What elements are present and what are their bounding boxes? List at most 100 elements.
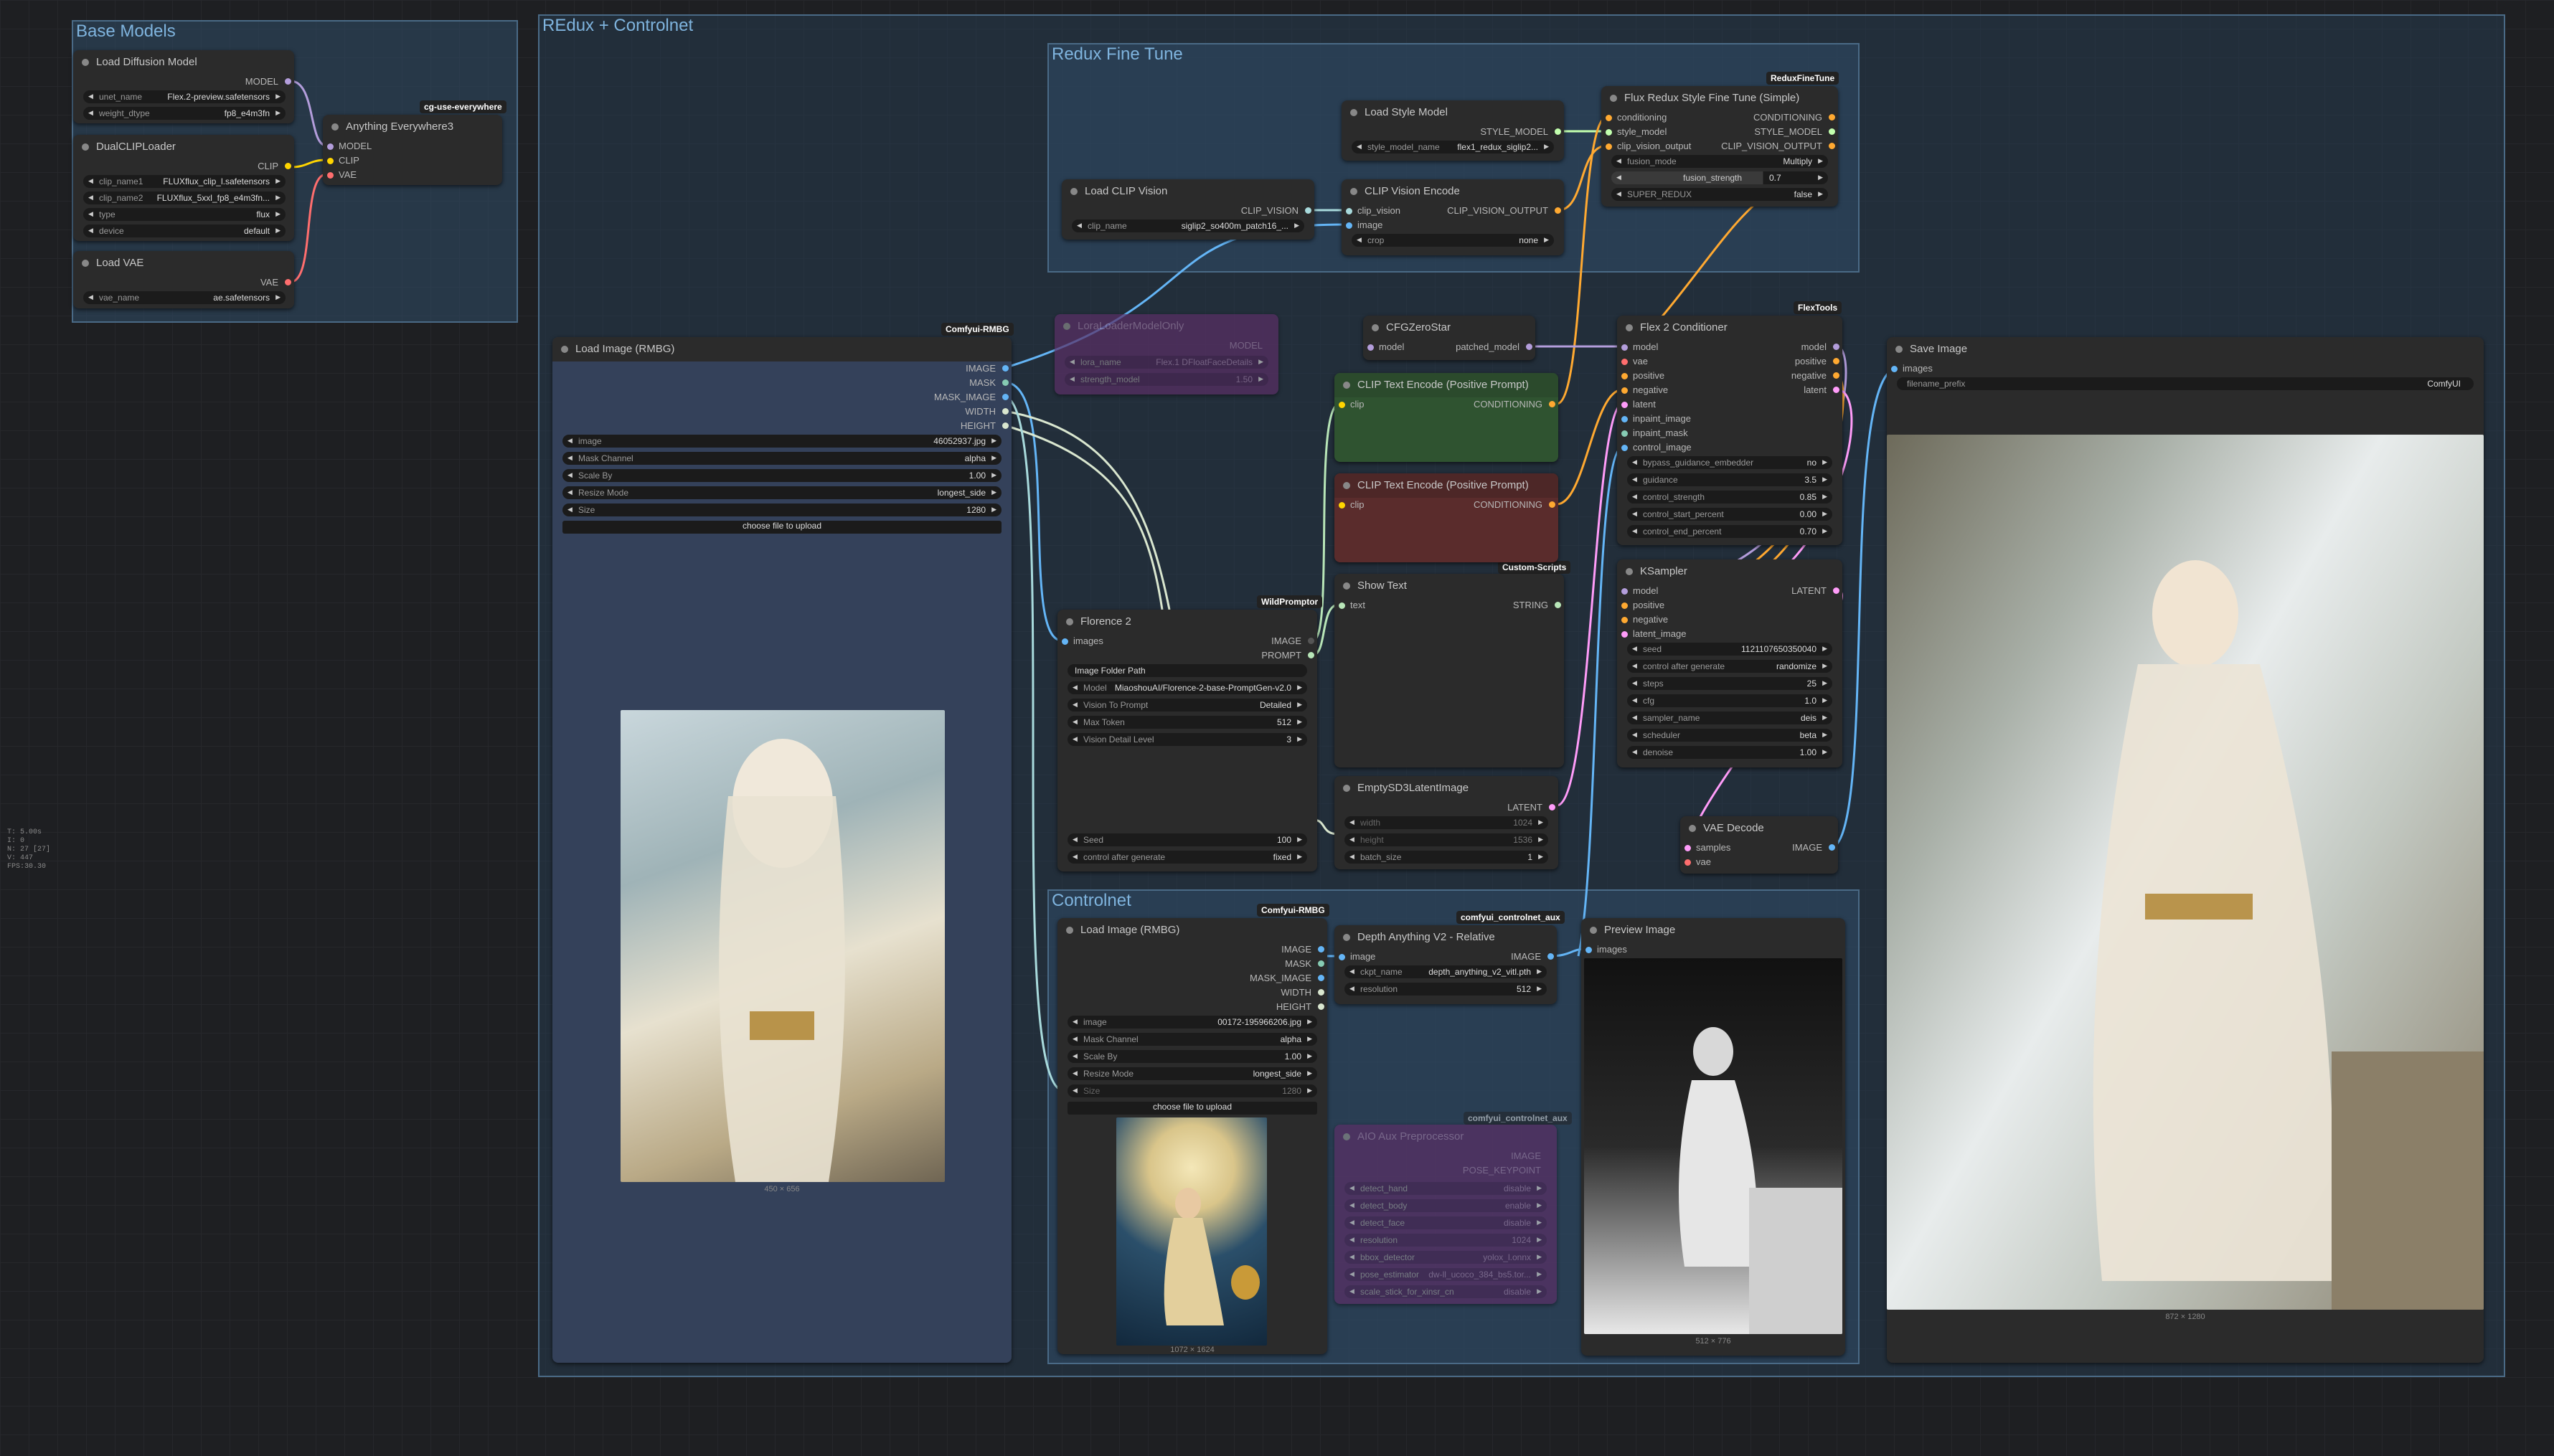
output-socket[interactable] — [1555, 602, 1561, 608]
widget-lora-name[interactable]: lora_name Flex.1 DFloatFaceDetails — [1065, 356, 1268, 369]
widget-mask-channel[interactable]: Mask Channel alpha — [562, 452, 1002, 465]
node-save-image[interactable]: Save Image images filename_prefix ComfyUI… — [1887, 337, 2484, 1363]
input-socket[interactable] — [1621, 359, 1628, 365]
widget-vae-name[interactable]: vae_name ae.safetensors — [83, 291, 286, 304]
node-flux-redux-style-fine-tune[interactable]: Flux Redux Style Fine Tune (Simple) cond… — [1601, 86, 1838, 207]
widget-control-after-generate[interactable]: control after generate fixed — [1068, 851, 1307, 864]
widget-detect-hand[interactable]: detect_hand disable — [1344, 1182, 1547, 1195]
widget-control-strength[interactable]: control_strength 0.85 — [1627, 491, 1832, 504]
output-socket[interactable] — [1555, 128, 1561, 135]
output-socket[interactable] — [1833, 344, 1839, 350]
widget-fusion-strength[interactable]: fusion_strength 0.7 — [1611, 171, 1828, 184]
widget-scale-by[interactable]: Scale By 1.00 — [562, 469, 1002, 482]
node-load-vae[interactable]: Load VAE VAE vae_name ae.safetensors — [73, 251, 294, 308]
upload-button[interactable]: choose file to upload — [562, 521, 1002, 534]
widget-vision-detail-level[interactable]: Vision Detail Level 3 — [1068, 733, 1307, 746]
widget-clip-name[interactable]: clip_name siglip2_so400m_patch16_... — [1072, 219, 1304, 232]
widget-resolution[interactable]: resolution 1024 — [1344, 1234, 1547, 1247]
widget-resize-mode[interactable]: Resize Mode longest_side — [1068, 1067, 1317, 1080]
output-socket[interactable] — [1318, 989, 1324, 996]
widget-type[interactable]: type flux — [83, 208, 286, 221]
input-socket[interactable] — [1339, 502, 1345, 509]
input-socket[interactable] — [1621, 344, 1628, 351]
node-preview-image[interactable]: Preview Image images 512 × 776 — [1581, 918, 1845, 1356]
input-socket[interactable] — [1621, 416, 1628, 422]
input-socket[interactable] — [1621, 373, 1628, 379]
node-clip-text-encode-positive[interactable]: CLIP Text Encode (Positive Prompt) clip … — [1334, 373, 1558, 462]
input-socket[interactable] — [1339, 954, 1345, 960]
widget-weight-dtype[interactable]: weight_dtype fp8_e4m3fn — [83, 107, 286, 120]
widget-bypass-guidance[interactable]: bypass_guidance_embedder no — [1627, 456, 1832, 469]
node-flex2-conditioner[interactable]: Flex 2 Conditioner model vae positive ne… — [1617, 316, 1842, 545]
node-anything-everywhere[interactable]: Anything Everywhere3 MODEL CLIP VAE — [323, 115, 502, 185]
widget-denoise[interactable]: denoise 1.00 — [1627, 746, 1832, 759]
input-socket[interactable] — [1621, 445, 1628, 451]
output-socket[interactable] — [1002, 422, 1009, 429]
output-socket[interactable] — [1833, 387, 1839, 393]
widget-batch-size[interactable]: batch_size 1 — [1344, 851, 1548, 864]
node-clip-vision-encode[interactable]: CLIP Vision Encode clip_vision image CLI… — [1342, 179, 1564, 255]
widget-scale-by[interactable]: Scale By 1.00 — [1068, 1050, 1317, 1063]
output-socket[interactable] — [1549, 401, 1555, 407]
output-socket[interactable] — [285, 279, 291, 285]
widget-unet-name[interactable]: unet_name Flex.2-preview.safetensors — [83, 90, 286, 103]
input-socket[interactable] — [1062, 638, 1068, 645]
node-clip-text-encode-negative[interactable]: CLIP Text Encode (Positive Prompt) clip … — [1334, 473, 1558, 562]
output-socket[interactable] — [1318, 975, 1324, 981]
input-socket[interactable] — [1346, 222, 1352, 229]
widget-vision-to-prompt[interactable]: Vision To Prompt Detailed — [1068, 699, 1307, 712]
widget-style-model-name[interactable]: style_model_name flex1_redux_siglip2... — [1352, 141, 1554, 153]
output-socket[interactable] — [285, 163, 291, 169]
output-socket[interactable] — [1833, 372, 1839, 379]
widget-guidance[interactable]: guidance 3.5 — [1627, 473, 1832, 486]
input-socket[interactable] — [327, 143, 334, 150]
node-empty-sd3-latent-image[interactable]: EmptySD3LatentImage LATENT width 1024 hei… — [1334, 776, 1558, 869]
input-socket[interactable] — [1621, 430, 1628, 437]
widget-seed[interactable]: Seed 100 — [1068, 833, 1307, 846]
widget-control-after-generate[interactable]: control after generate randomize — [1627, 660, 1832, 673]
widget-image-folder-path[interactable]: Image Folder Path — [1068, 664, 1307, 677]
input-socket[interactable] — [327, 158, 334, 164]
input-socket[interactable] — [1585, 947, 1592, 953]
input-socket[interactable] — [1621, 602, 1628, 609]
input-socket[interactable] — [1621, 387, 1628, 394]
output-socket[interactable] — [1308, 652, 1314, 658]
widget-max-token[interactable]: Max Token 512 — [1068, 716, 1307, 729]
input-socket[interactable] — [1346, 208, 1352, 214]
output-socket[interactable] — [1555, 207, 1561, 214]
input-socket[interactable] — [1339, 602, 1345, 609]
node-vae-decode[interactable]: VAE Decode samples vae IMAGE — [1680, 816, 1838, 874]
output-socket[interactable] — [1829, 114, 1835, 120]
widget-cfg[interactable]: cfg 1.0 — [1627, 694, 1832, 707]
output-socket[interactable] — [1549, 501, 1555, 508]
widget-super-redux[interactable]: SUPER_REDUX false — [1611, 188, 1828, 201]
input-socket[interactable] — [1891, 366, 1898, 372]
widget-crop[interactable]: crop none — [1352, 234, 1554, 247]
node-depth-anything-v2[interactable]: Depth Anything V2 - Relative image IMAGE… — [1334, 925, 1557, 1004]
widget-detect-body[interactable]: detect_body enable — [1344, 1199, 1547, 1212]
node-load-image-rmbg-control[interactable]: Load Image (RMBG) IMAGE MASK MASK_IMAGE … — [1057, 918, 1327, 1354]
input-socket[interactable] — [1621, 402, 1628, 408]
widget-width[interactable]: width 1024 — [1344, 816, 1548, 829]
widget-scale-stick[interactable]: scale_stick_for_xinsr_cn disable — [1344, 1285, 1547, 1298]
node-cfg-zero-star[interactable]: CFGZeroStar model patched_model — [1363, 316, 1535, 360]
output-socket[interactable] — [1002, 394, 1009, 400]
input-socket[interactable] — [1606, 143, 1612, 150]
widget-image[interactable]: image 00172-195966206.jpg — [1068, 1016, 1317, 1029]
node-dual-clip-loader[interactable]: DualCLIPLoader CLIP clip_name1 FLUXflux_c… — [73, 135, 294, 241]
widget-scheduler[interactable]: scheduler beta — [1627, 729, 1832, 742]
widget-steps[interactable]: steps 25 — [1627, 677, 1832, 690]
output-socket[interactable] — [1829, 844, 1835, 851]
widget-fusion-mode[interactable]: fusion_mode Multiply — [1611, 155, 1828, 168]
node-florence-2[interactable]: Florence 2 images IMAGE PROMPT Image Fol… — [1057, 610, 1317, 871]
widget-bbox-detector[interactable]: bbox_detector yolox_l.onnx — [1344, 1251, 1547, 1264]
node-show-text[interactable]: Show Text text STRING — [1334, 574, 1564, 767]
node-aio-aux-preprocessor-bypassed[interactable]: AIO Aux Preprocessor IMAGE POSE_KEYPOINT… — [1334, 1125, 1557, 1304]
widget-sampler-name[interactable]: sampler_name deis — [1627, 712, 1832, 724]
node-lora-loader-bypassed[interactable]: LoraLoaderModelOnly MODEL lora_name Flex.… — [1055, 314, 1278, 394]
output-socket[interactable] — [1318, 946, 1324, 952]
output-socket[interactable] — [1526, 344, 1532, 350]
widget-ckpt-name[interactable]: ckpt_name depth_anything_v2_vitl.pth — [1344, 965, 1547, 978]
widget-size[interactable]: Size 1280 — [1068, 1084, 1317, 1097]
output-socket[interactable] — [1002, 365, 1009, 372]
